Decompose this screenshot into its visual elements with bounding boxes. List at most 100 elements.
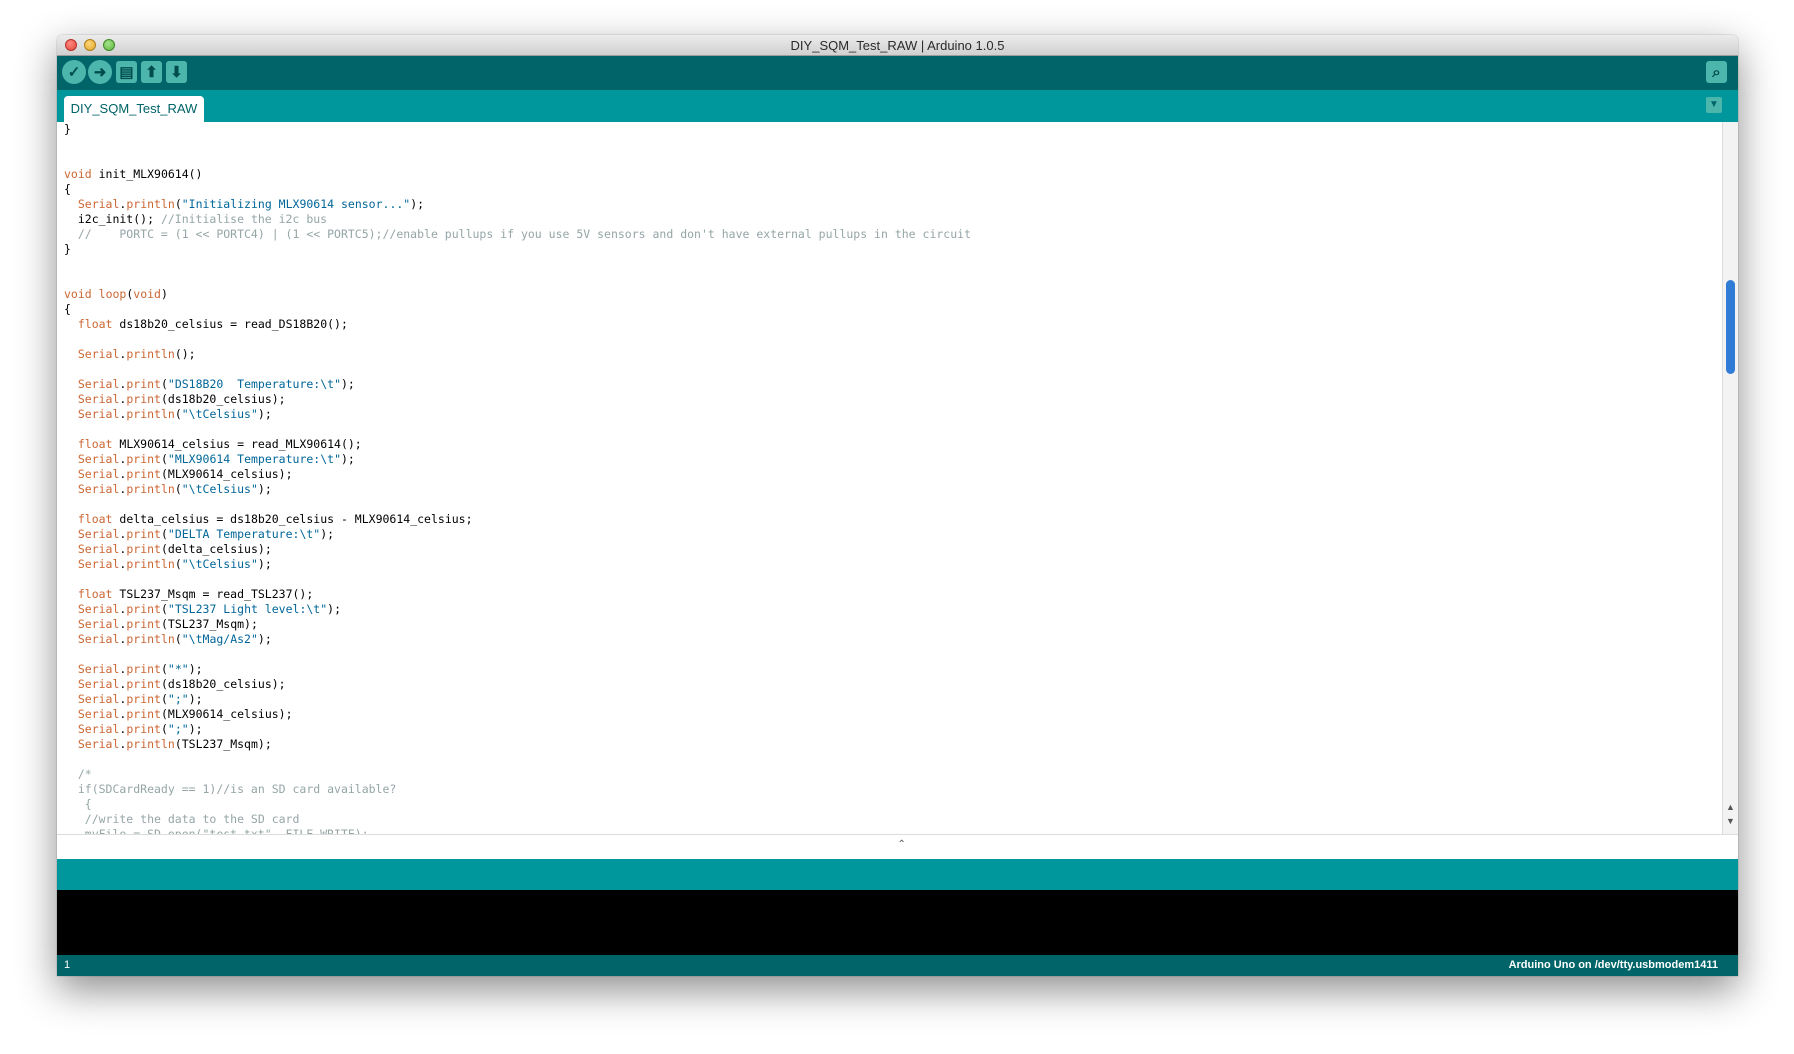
code-token: ( bbox=[160, 662, 168, 676]
code-line[interactable] bbox=[64, 272, 1722, 287]
split-pane-divider[interactable]: ⌃ bbox=[57, 834, 1738, 859]
code-line[interactable]: Serial.println("\tCelsius"); bbox=[64, 557, 1722, 572]
code-line[interactable]: } bbox=[64, 242, 1722, 257]
code-line[interactable]: { bbox=[64, 182, 1722, 197]
code-line[interactable]: Serial.print("MLX90614 Temperature:\t"); bbox=[64, 452, 1722, 467]
code-token: ( bbox=[160, 452, 168, 466]
code-token: Serial bbox=[77, 542, 120, 556]
code-line[interactable]: if(SDCardReady == 1)//is an SD card avai… bbox=[64, 782, 1722, 797]
scrollbar-thumb[interactable] bbox=[1726, 280, 1735, 374]
code-token: print bbox=[126, 662, 161, 676]
code-line[interactable]: float MLX90614_celsius = read_MLX90614()… bbox=[64, 437, 1722, 452]
code-line[interactable]: myFile = SD.open("test.txt", FILE_WRITE)… bbox=[64, 827, 1722, 834]
code-line[interactable] bbox=[64, 257, 1722, 272]
toolbar: ✓ ➜ ▤ ⬆ ⬇ ⌕ bbox=[57, 56, 1738, 90]
code-token: "MLX90614 Temperature:\t" bbox=[167, 452, 341, 466]
code-line[interactable]: void loop(void) bbox=[64, 287, 1722, 302]
upload-button[interactable]: ➜ bbox=[88, 60, 112, 84]
code-token: Serial bbox=[77, 632, 120, 646]
code-line[interactable]: Serial.print(ds18b20_celsius); bbox=[64, 392, 1722, 407]
code-line[interactable] bbox=[64, 137, 1722, 152]
code-line[interactable]: Serial.print(";"); bbox=[64, 722, 1722, 737]
code-token: ) bbox=[160, 287, 168, 301]
code-token: ( bbox=[160, 377, 168, 391]
code-line[interactable]: Serial.println(); bbox=[64, 347, 1722, 362]
serial-monitor-button[interactable]: ⌕ bbox=[1706, 61, 1727, 83]
open-sketch-button[interactable]: ⬆ bbox=[141, 61, 162, 83]
code-line[interactable]: Serial.println("Initializing MLX90614 se… bbox=[64, 197, 1722, 212]
code-line[interactable]: } bbox=[64, 122, 1722, 137]
triangle-down-icon: ▼ bbox=[1709, 99, 1719, 110]
code-line[interactable] bbox=[64, 152, 1722, 167]
code-line[interactable]: Serial.print("DS18B20 Temperature:\t"); bbox=[64, 377, 1722, 392]
code-editor[interactable]: } void init_MLX90614(){ Serial.println("I… bbox=[57, 122, 1722, 834]
code-token: ds18b20_celsius = read_DS18B20(); bbox=[112, 317, 348, 331]
code-line[interactable]: float ds18b20_celsius = read_DS18B20(); bbox=[64, 317, 1722, 332]
code-line[interactable]: Serial.print(ds18b20_celsius); bbox=[64, 677, 1722, 692]
code-line[interactable]: Serial.print(delta_celsius); bbox=[64, 542, 1722, 557]
scroll-up-icon[interactable]: ▲ bbox=[1726, 802, 1735, 812]
new-sketch-button[interactable]: ▤ bbox=[116, 61, 137, 83]
code-line[interactable]: Serial.print("*"); bbox=[64, 662, 1722, 677]
code-line[interactable] bbox=[64, 497, 1722, 512]
tab-menu-button[interactable]: ▼ bbox=[1706, 97, 1722, 113]
code-line[interactable]: Serial.print(MLX90614_celsius); bbox=[64, 467, 1722, 482]
code-line[interactable] bbox=[64, 362, 1722, 377]
code-token: print bbox=[126, 392, 161, 406]
code-line[interactable]: float delta_celsius = ds18b20_celsius - … bbox=[64, 512, 1722, 527]
code-token: println bbox=[126, 557, 175, 571]
code-text[interactable]: } void init_MLX90614(){ Serial.println("I… bbox=[57, 122, 1722, 834]
code-line[interactable] bbox=[64, 752, 1722, 767]
code-token: "TSL237 Light level:\t" bbox=[167, 602, 328, 616]
code-line[interactable]: Serial.println("\tCelsius"); bbox=[64, 482, 1722, 497]
checkmark-icon: ✓ bbox=[67, 63, 81, 81]
code-token: Serial bbox=[77, 482, 120, 496]
code-token: Serial bbox=[77, 707, 120, 721]
code-token: ( bbox=[174, 197, 182, 211]
code-line[interactable]: float TSL237_Msqm = read_TSL237(); bbox=[64, 587, 1722, 602]
tab-diy-sqm-test-raw[interactable]: DIY_SQM_Test_RAW bbox=[64, 96, 204, 122]
code-line[interactable]: void init_MLX90614() bbox=[64, 167, 1722, 182]
code-line[interactable]: Serial.print("TSL237 Light level:\t"); bbox=[64, 602, 1722, 617]
code-line[interactable] bbox=[64, 422, 1722, 437]
code-line[interactable]: Serial.print("DELTA Temperature:\t"); bbox=[64, 527, 1722, 542]
document-icon: ▤ bbox=[119, 63, 134, 81]
vertical-scrollbar[interactable]: ▲ ▼ bbox=[1722, 122, 1738, 834]
code-line[interactable] bbox=[64, 572, 1722, 587]
title-bar[interactable]: DIY_SQM_Test_RAW | Arduino 1.0.5 bbox=[57, 35, 1738, 56]
code-token: ); bbox=[188, 692, 203, 706]
code-line[interactable]: /* bbox=[64, 767, 1722, 782]
code-token: ); bbox=[257, 482, 272, 496]
code-line[interactable]: { bbox=[64, 302, 1722, 317]
code-token: delta_celsius = ds18b20_celsius - MLX906… bbox=[112, 512, 473, 526]
code-line[interactable]: Serial.println(TSL237_Msqm); bbox=[64, 737, 1722, 752]
code-line[interactable]: Serial.print(MLX90614_celsius); bbox=[64, 707, 1722, 722]
code-token: Serial bbox=[77, 662, 120, 676]
save-sketch-button[interactable]: ⬇ bbox=[166, 61, 187, 83]
code-line[interactable]: Serial.println("\tMag/As2"); bbox=[64, 632, 1722, 647]
code-token: print bbox=[126, 692, 161, 706]
code-line[interactable]: // PORTC = (1 << PORTC4) | (1 << PORTC5)… bbox=[64, 227, 1722, 242]
scroll-down-icon[interactable]: ▼ bbox=[1726, 816, 1735, 826]
code-line[interactable]: Serial.print(TSL237_Msqm); bbox=[64, 617, 1722, 632]
code-line[interactable]: { bbox=[64, 797, 1722, 812]
code-line[interactable] bbox=[64, 647, 1722, 662]
code-token: ( bbox=[174, 407, 182, 421]
code-token: TSL237_Msqm = read_TSL237(); bbox=[112, 587, 314, 601]
verify-button[interactable]: ✓ bbox=[62, 60, 86, 84]
code-line[interactable]: //write the data to the SD card bbox=[64, 812, 1722, 827]
code-line[interactable] bbox=[64, 332, 1722, 347]
code-token: (MLX90614_celsius); bbox=[160, 467, 293, 481]
code-line[interactable]: i2c_init(); //Initialise the i2c bus bbox=[64, 212, 1722, 227]
code-token: println bbox=[126, 632, 175, 646]
code-line[interactable]: Serial.print(";"); bbox=[64, 692, 1722, 707]
code-line[interactable]: Serial.println("\tCelsius"); bbox=[64, 407, 1722, 422]
